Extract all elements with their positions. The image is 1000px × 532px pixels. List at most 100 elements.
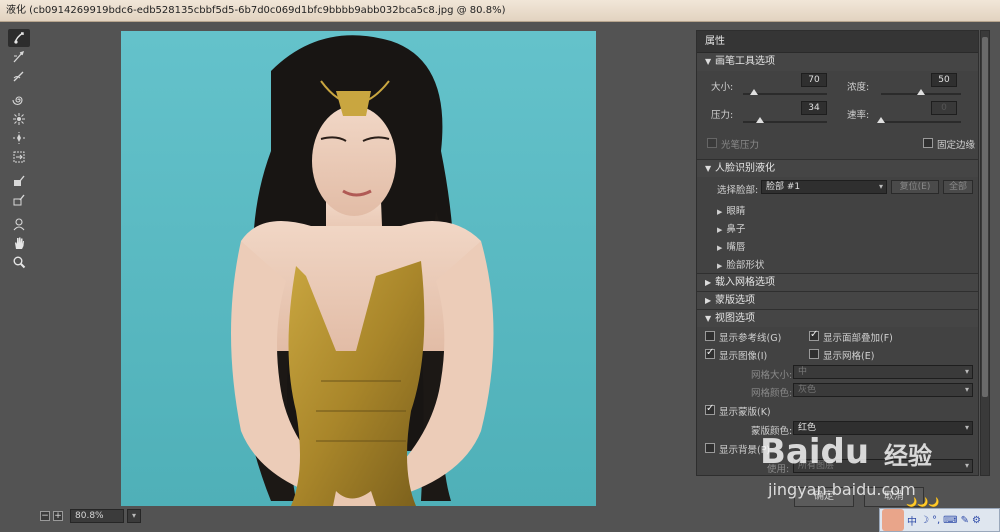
- triangle-right-icon: ▶: [717, 244, 723, 252]
- slider-knob[interactable]: [749, 89, 758, 95]
- density-slider[interactable]: [881, 89, 961, 95]
- watermark-brand: Baidu: [760, 432, 870, 472]
- window-title-bar: 液化 (cb0914269919bdc6-edb528135cbbf5d5-6b…: [0, 0, 1000, 22]
- show-face-overlay-checkbox[interactable]: [809, 329, 819, 341]
- face-item-shape[interactable]: ▶ 脸部形状: [717, 257, 764, 271]
- ime-mode-toggle[interactable]: 中: [907, 513, 917, 528]
- chevron-down-icon: ▾: [878, 182, 883, 191]
- preview-image: [121, 31, 596, 506]
- mesh-color-label: 网格颜色:: [751, 388, 793, 399]
- ime-avatar-icon[interactable]: [882, 509, 904, 531]
- all-faces-button[interactable]: 全部: [943, 180, 973, 194]
- zoom-controls: − + 80.8% ▾: [40, 507, 141, 525]
- show-mask-label: 显示蒙版(K): [719, 407, 771, 418]
- push-left-icon[interactable]: [8, 148, 30, 166]
- pressure-input[interactable]: 34: [801, 101, 827, 115]
- mesh-size-dropdown[interactable]: 中 ▾: [793, 365, 973, 379]
- rate-input[interactable]: 0: [931, 101, 957, 115]
- hand-icon[interactable]: [8, 234, 30, 252]
- pressure-label: 压力:: [711, 110, 734, 121]
- load-mesh-header[interactable]: ▶ 载入网格选项: [697, 273, 978, 291]
- zoom-out-button[interactable]: −: [40, 511, 50, 521]
- face-tool-icon[interactable]: [8, 215, 30, 233]
- face-aware-header[interactable]: ▼ 人脸识别液化: [697, 159, 978, 177]
- stylus-pressure-checkbox[interactable]: [707, 138, 717, 148]
- zoom-level-field[interactable]: 80.8%: [70, 509, 124, 523]
- triangle-down-icon: ▼: [705, 164, 712, 173]
- reset-face-button[interactable]: 复位(E): [891, 180, 939, 194]
- show-guides-checkbox[interactable]: [705, 331, 715, 341]
- rate-slider[interactable]: [877, 117, 961, 123]
- density-input[interactable]: 50: [931, 73, 957, 87]
- chevron-down-icon: ▾: [131, 511, 136, 520]
- rate-label: 速率:: [847, 110, 870, 121]
- stylus-pressure-label: 光笔压力: [721, 140, 760, 151]
- zoom-icon[interactable]: [8, 253, 30, 271]
- twirl-icon[interactable]: [8, 91, 30, 109]
- brush-options-body: 大小: 70 浓度: 50 压力: 34 速率: 0 光笔压力 固定边缘: [697, 71, 978, 159]
- show-mesh-label: 显示网格(E): [823, 351, 875, 362]
- show-image-label: 显示图像(I): [719, 351, 768, 362]
- slider-knob[interactable]: [755, 117, 764, 123]
- mesh-color-dropdown[interactable]: 灰色 ▾: [793, 383, 973, 397]
- triangle-down-icon: ▼: [705, 314, 712, 323]
- pucker-icon[interactable]: [8, 110, 30, 128]
- forward-warp-icon[interactable]: [8, 29, 30, 47]
- freeze-mask-icon[interactable]: [8, 172, 30, 190]
- show-face-overlay-label: 显示面部叠加(F): [823, 333, 893, 344]
- face-item-mouth[interactable]: ▶ 嘴唇: [717, 239, 745, 253]
- chevron-down-icon: ▾: [964, 461, 969, 470]
- show-mask-checkbox[interactable]: [705, 403, 715, 415]
- triangle-right-icon: ▶: [717, 208, 723, 216]
- preview-canvas[interactable]: [40, 28, 690, 516]
- ime-toolbar: 中 ☽ °, ⌨ ✎ ⚙: [879, 508, 1000, 532]
- triangle-down-icon: ▼: [705, 57, 712, 66]
- slider-knob[interactable]: [877, 117, 885, 123]
- view-options-header[interactable]: ▼ 视图选项: [697, 309, 978, 327]
- select-face-dropdown[interactable]: 脸部 #1 ▾: [761, 180, 887, 194]
- chevron-down-icon: ▾: [964, 385, 969, 394]
- zoom-dropdown[interactable]: ▾: [127, 509, 141, 523]
- face-item-nose[interactable]: ▶ 鼻子: [717, 221, 745, 235]
- smooth-icon[interactable]: [8, 67, 30, 85]
- brush-options-header[interactable]: ▼ 画笔工具选项: [697, 53, 978, 71]
- slider-knob[interactable]: [917, 89, 925, 95]
- triangle-right-icon: ▶: [717, 262, 723, 270]
- size-input[interactable]: 70: [801, 73, 827, 87]
- panel-scrollbar[interactable]: [980, 30, 990, 476]
- thaw-mask-icon[interactable]: [8, 191, 30, 209]
- triangle-right-icon: ▶: [717, 226, 723, 234]
- size-label: 大小:: [711, 82, 734, 93]
- pressure-slider[interactable]: [743, 117, 827, 123]
- ime-moons: 🌙🌙🌙: [906, 498, 940, 508]
- pin-edges-checkbox[interactable]: [923, 138, 933, 148]
- ime-pen-icon[interactable]: ✎: [961, 515, 969, 526]
- reconstruct-icon[interactable]: [8, 48, 30, 66]
- triangle-right-icon: ▶: [705, 278, 712, 287]
- pin-edges-label: 固定边缘: [937, 140, 976, 151]
- density-label: 浓度:: [847, 82, 870, 93]
- show-image-checkbox[interactable]: [705, 347, 715, 359]
- bloat-icon[interactable]: [8, 129, 30, 147]
- ime-settings-icon[interactable]: ⚙: [972, 515, 981, 526]
- ime-moon-icon[interactable]: ☽: [920, 515, 929, 526]
- zoom-in-button[interactable]: +: [53, 511, 63, 521]
- watermark-url: jingyan.baidu.com: [768, 480, 916, 499]
- show-mesh-checkbox[interactable]: [809, 349, 819, 359]
- window-title: 液化 (cb0914269919bdc6-edb528135cbbf5d5-6b…: [6, 5, 506, 16]
- face-aware-body: 选择脸部: 脸部 #1 ▾ 复位(E) 全部 ▶ 眼睛 ▶ 鼻子 ▶ 嘴唇 ▶ 脸部形状: [697, 177, 978, 273]
- panel-title: 属性: [697, 31, 978, 53]
- ime-keyboard-icon[interactable]: ⌨: [943, 515, 957, 526]
- size-slider[interactable]: [743, 89, 827, 95]
- face-item-eyes[interactable]: ▶ 眼睛: [717, 203, 745, 217]
- mesh-size-label: 网格大小:: [751, 370, 793, 381]
- chevron-down-icon: ▾: [964, 367, 969, 376]
- show-guides-label: 显示参考线(G): [719, 333, 782, 344]
- triangle-right-icon: ▶: [705, 296, 712, 305]
- properties-panel: 属性 ▼ 画笔工具选项 大小: 70 浓度: 50 压力: 34 速率: 0 光笔…: [696, 30, 979, 476]
- tool-palette: [8, 28, 34, 272]
- ime-punct-icon[interactable]: °,: [932, 515, 940, 526]
- scrollbar-thumb[interactable]: [982, 37, 988, 397]
- show-backdrop-checkbox[interactable]: [705, 443, 715, 453]
- mask-options-header[interactable]: ▶ 蒙版选项: [697, 291, 978, 309]
